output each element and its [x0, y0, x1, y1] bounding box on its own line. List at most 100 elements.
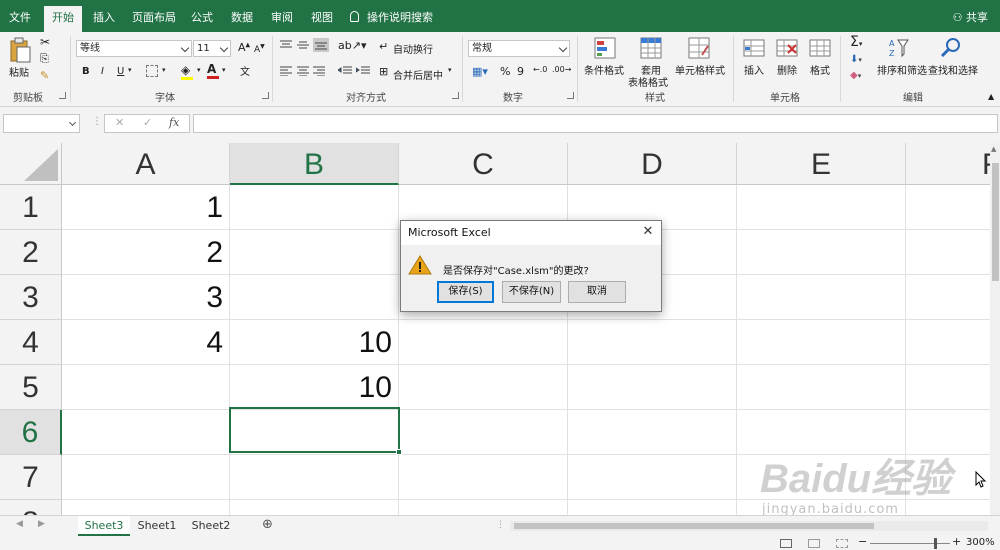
conditional-format-button[interactable]: 条件格式 — [584, 62, 624, 77]
align-center-icon[interactable] — [297, 66, 309, 76]
zoom-out-icon[interactable]: − — [858, 535, 867, 548]
align-bottom-icon[interactable] — [313, 38, 329, 52]
conditional-format-icon[interactable] — [594, 37, 616, 59]
paste-icon[interactable] — [9, 37, 31, 63]
format-button[interactable]: 格式 — [810, 62, 830, 77]
merge-center-icon[interactable]: ⊞ — [379, 65, 388, 78]
cell-f5[interactable] — [906, 365, 990, 410]
cell-a4[interactable]: 4 — [62, 320, 230, 365]
zoom-level[interactable]: 300% — [966, 537, 995, 548]
name-box[interactable] — [3, 114, 80, 133]
cell-b5[interactable]: 10 — [230, 365, 399, 410]
save-button[interactable]: 保存(S) — [437, 281, 494, 303]
zoom-slider[interactable] — [870, 543, 950, 544]
cell-styles-button[interactable]: 单元格样式 — [675, 62, 725, 77]
insert-cells-icon[interactable] — [743, 37, 765, 59]
underline-button[interactable]: U — [117, 66, 124, 77]
paste-label[interactable]: 粘贴 — [9, 64, 29, 79]
font-color-icon[interactable]: A — [207, 62, 219, 79]
sheet-tab-sheet1[interactable]: Sheet1 — [132, 516, 182, 536]
tab-insert[interactable]: 插入 — [88, 8, 120, 32]
cell-c4[interactable] — [399, 320, 568, 365]
zoom-slider-thumb[interactable] — [934, 538, 937, 549]
select-all-corner[interactable] — [0, 143, 62, 185]
grow-font-icon[interactable]: A▲ — [238, 41, 250, 54]
cell-c6[interactable] — [399, 410, 568, 455]
clipboard-launcher-icon[interactable] — [59, 92, 66, 99]
increase-decimal-icon[interactable]: ←.0 — [533, 65, 547, 74]
cell-b1[interactable] — [230, 185, 399, 230]
cell-b2[interactable] — [230, 230, 399, 275]
delete-cells-icon[interactable] — [776, 37, 798, 59]
cell-b8[interactable] — [230, 500, 399, 515]
cell-f3[interactable] — [906, 275, 990, 320]
cell-d6[interactable] — [568, 410, 737, 455]
cell-a8[interactable] — [62, 500, 230, 515]
cell-d5[interactable] — [568, 365, 737, 410]
comma-style-icon[interactable]: 9 — [517, 65, 524, 78]
cell-a6[interactable] — [62, 410, 230, 455]
share-button[interactable]: ⚇ 共享 — [953, 9, 988, 25]
increase-indent-icon[interactable] — [356, 66, 370, 76]
collapse-ribbon-icon[interactable]: ▲ — [988, 92, 994, 101]
format-cells-icon[interactable] — [809, 37, 831, 59]
cell-c7[interactable] — [399, 455, 568, 500]
cell-a2[interactable]: 2 — [62, 230, 230, 275]
scroll-up-icon[interactable]: ▲ — [991, 145, 996, 153]
tab-split-icon[interactable]: ⋮ — [496, 520, 505, 530]
vertical-scrollbar[interactable]: ▲ — [990, 143, 1000, 515]
insert-function-icon[interactable]: fx — [169, 116, 179, 129]
column-header-c[interactable]: C — [399, 143, 568, 185]
row-header-6[interactable]: 6 — [0, 410, 62, 455]
row-header-2[interactable]: 2 — [0, 230, 62, 275]
cell-b4[interactable]: 10 — [230, 320, 399, 365]
cell-f4[interactable] — [906, 320, 990, 365]
add-sheet-icon[interactable]: ⊕ — [262, 517, 273, 532]
bold-button[interactable]: B — [82, 66, 90, 77]
column-header-e[interactable]: E — [737, 143, 906, 185]
normal-view-icon[interactable] — [780, 539, 792, 548]
cell-d4[interactable] — [568, 320, 737, 365]
column-header-b[interactable]: B — [230, 143, 399, 185]
fill-color-icon[interactable]: ◈ — [181, 63, 193, 80]
chevron-down-icon[interactable]: ▾ — [162, 66, 166, 74]
next-sheet-icon[interactable]: ▶ — [38, 519, 45, 529]
zoom-in-icon[interactable]: + — [952, 535, 961, 548]
vertical-scroll-thumb[interactable] — [992, 163, 999, 281]
horizontal-scrollbar[interactable] — [510, 521, 988, 531]
cell-c5[interactable] — [399, 365, 568, 410]
prev-sheet-icon[interactable]: ◀ — [16, 519, 23, 529]
decrease-decimal-icon[interactable]: .00→ — [552, 65, 571, 74]
cell-e2[interactable] — [737, 230, 906, 275]
orientation-icon[interactable]: ab↗▾ — [338, 39, 366, 52]
wrap-text-button[interactable]: 自动换行 — [393, 41, 433, 56]
column-header-a[interactable]: A — [62, 143, 230, 185]
tab-file[interactable]: 文件 — [4, 8, 36, 32]
page-layout-view-icon[interactable] — [808, 539, 820, 548]
copy-icon[interactable]: ⎘ — [40, 52, 49, 66]
shrink-font-icon[interactable]: A▼ — [254, 43, 265, 55]
wrap-text-icon[interactable]: ↵ — [379, 40, 388, 53]
tab-view[interactable]: 视图 — [306, 8, 338, 32]
font-size-combo[interactable]: 11 — [193, 40, 231, 57]
cell-e3[interactable] — [737, 275, 906, 320]
tab-page-layout[interactable]: 页面布局 — [128, 8, 180, 32]
border-icon[interactable] — [146, 65, 158, 77]
align-middle-icon[interactable] — [297, 40, 309, 50]
align-right-icon[interactable] — [313, 66, 325, 76]
row-header-1[interactable]: 1 — [0, 185, 62, 230]
fill-handle[interactable] — [396, 449, 402, 455]
decrease-indent-icon[interactable] — [338, 66, 352, 76]
align-left-icon[interactable] — [280, 66, 292, 76]
row-header-7[interactable]: 7 — [0, 455, 62, 500]
column-header-d[interactable]: D — [568, 143, 737, 185]
cell-a3[interactable]: 3 — [62, 275, 230, 320]
sheet-tab-sheet3[interactable]: Sheet3 — [78, 516, 130, 536]
font-name-combo[interactable]: 等线 — [76, 40, 192, 57]
horizontal-scroll-thumb[interactable] — [514, 523, 874, 529]
accounting-format-icon[interactable]: ▦▾ — [472, 65, 488, 78]
row-header-8[interactable]: 8 — [0, 500, 62, 515]
cell-e1[interactable] — [737, 185, 906, 230]
sort-filter-button[interactable]: 排序和筛选 — [877, 62, 927, 77]
merge-center-button[interactable]: 合并后居中 — [393, 67, 443, 82]
